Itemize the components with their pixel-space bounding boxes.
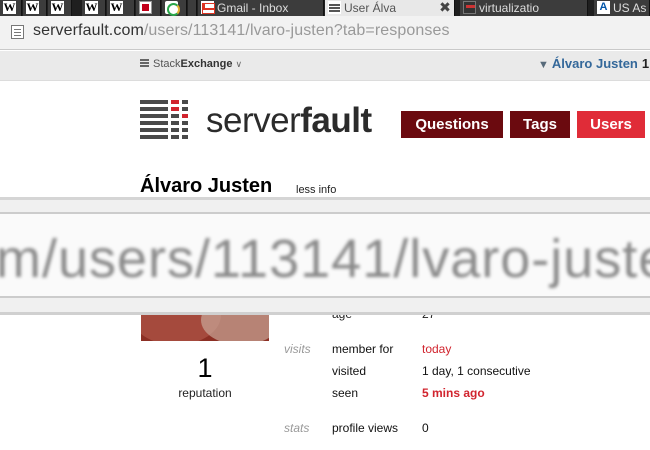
browser-tab-active[interactable]: User Álva ✖: [325, 0, 455, 16]
browser-tab[interactable]: W: [0, 0, 22, 16]
avatar[interactable]: [141, 315, 269, 341]
stats-section-label: stats: [284, 421, 310, 435]
seen-value: 5 mins ago: [422, 386, 485, 400]
page-icon: [11, 25, 24, 39]
visits-section-label: visits: [284, 342, 311, 356]
se-logo-bold: Exchange: [180, 58, 233, 70]
address-bar[interactable]: serverfault.com/users/113141/lvaro-juste…: [0, 16, 650, 50]
browser-tab-strip: W W W W W Gmail - Inbox User Álva ✖ virt…: [0, 0, 650, 16]
wikipedia-icon: W: [51, 0, 64, 14]
close-icon[interactable]: ✖: [438, 0, 452, 15]
browser-tab[interactable]: W: [82, 0, 106, 16]
topbar-reputation: 1: [641, 56, 650, 71]
virt-icon: [463, 1, 476, 14]
reputation-label: reputation: [178, 386, 232, 400]
browser-tab-virtualization[interactable]: virtualizatio: [460, 0, 588, 16]
stackexchange-topbar: StackExchange ∨ ▼ Álvaro Justen 1: [0, 51, 650, 81]
nav-users-button[interactable]: Users: [577, 111, 645, 138]
visited-key: visited: [332, 364, 367, 378]
nav-tags-button[interactable]: Tags: [510, 111, 570, 138]
triangle-down-icon: ▼: [538, 59, 549, 71]
logo-bold: fault: [300, 101, 372, 140]
google-circle-icon: [165, 1, 180, 16]
browser-tab[interactable]: W: [107, 0, 135, 16]
gmail-icon: [201, 1, 215, 14]
stackexchange-menu[interactable]: StackExchange ∨: [140, 58, 242, 70]
browser-tab[interactable]: W: [48, 0, 72, 16]
url-text[interactable]: serverfault.com/users/113141/lvaro-juste…: [33, 22, 450, 40]
browser-tab-us[interactable]: A US As: [594, 0, 650, 16]
browser-tab[interactable]: [162, 0, 187, 16]
se-logo-prefix: Stack: [153, 58, 181, 70]
zoomed-url-overlay: m/users/113141/lvaro-justen?tab: [0, 197, 650, 315]
red-square-icon: [139, 1, 152, 14]
profile-views-value: 0: [422, 421, 429, 435]
tab-title: User Álva: [344, 1, 397, 15]
logo-light: server: [206, 101, 301, 140]
user-menu[interactable]: ▼ Álvaro Justen 1: [538, 56, 649, 71]
browser-tab[interactable]: [136, 0, 161, 16]
serverfault-logo[interactable]: serverfault: [140, 99, 382, 141]
us-icon: A: [597, 1, 610, 14]
reputation-number: 1: [197, 353, 213, 383]
tab-title: Gmail - Inbox: [217, 1, 289, 15]
member-for-key: member for: [332, 342, 394, 356]
nav-questions-button[interactable]: Questions: [401, 111, 503, 138]
url-path: /users/113141/lvaro-justen?tab=responses: [143, 22, 450, 39]
tab-title: virtualizatio: [479, 1, 540, 15]
browser-tab-gmail[interactable]: Gmail - Inbox: [198, 0, 324, 16]
tab-title: US As: [613, 1, 647, 15]
wikipedia-icon: W: [85, 0, 98, 14]
chevron-down-icon: ∨: [235, 59, 243, 69]
visited-value: 1 day, 1 consecutive: [422, 364, 531, 378]
profile-name: Álvaro Justen: [140, 175, 273, 197]
browser-tab[interactable]: [188, 0, 197, 16]
less-info-link[interactable]: less info: [296, 184, 336, 196]
serverfault-icon: [328, 1, 341, 14]
serverfault-wordmark: serverfault: [206, 101, 372, 141]
browser-tab[interactable]: W: [23, 0, 47, 16]
profile-views-key: profile views: [332, 421, 399, 435]
wikipedia-icon: W: [3, 0, 16, 14]
zoomed-url-text: m/users/113141/lvaro-justen?tab: [0, 229, 650, 289]
zoomed-url-field: m/users/113141/lvaro-justen?tab: [0, 212, 650, 298]
member-for-value: today: [422, 342, 452, 356]
seen-key: seen: [332, 386, 359, 400]
stackexchange-icon: [140, 58, 149, 68]
wikipedia-icon: W: [26, 0, 39, 14]
serverfault-mark-icon: [140, 99, 200, 139]
wikipedia-icon: W: [110, 0, 123, 14]
topbar-username: Álvaro Justen: [551, 56, 638, 71]
url-host: serverfault.com: [33, 22, 144, 39]
